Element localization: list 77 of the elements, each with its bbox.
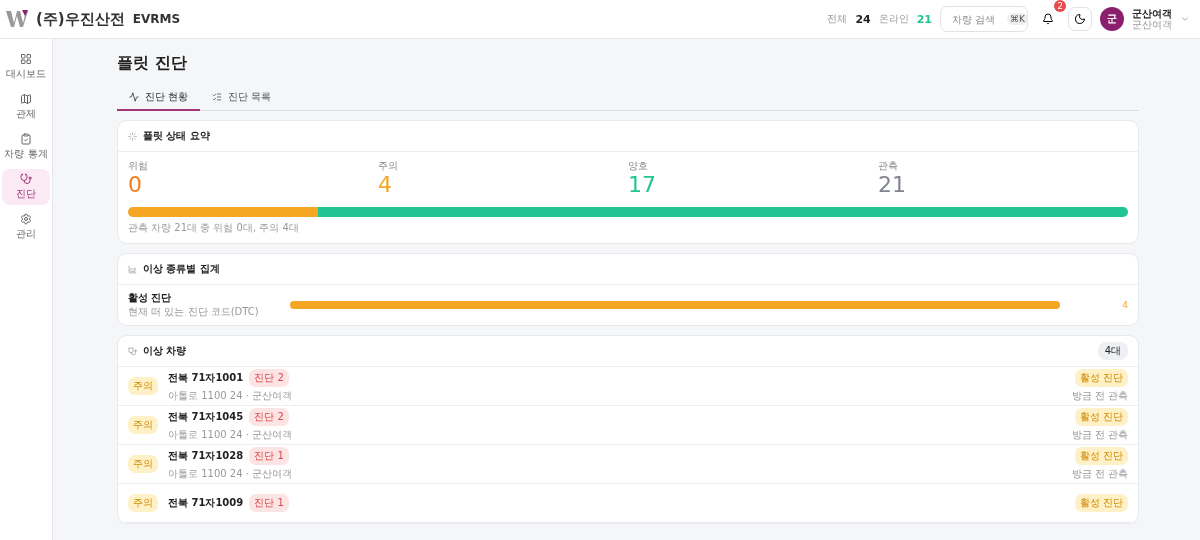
tab[interactable]: 진단 목록 bbox=[200, 85, 284, 111]
status-tag: 주의 bbox=[128, 377, 158, 396]
stat-label: 양호 bbox=[628, 159, 648, 173]
chart-icon bbox=[128, 264, 137, 274]
issue-tag: 활성 진단 bbox=[1074, 447, 1128, 466]
observed-time: 방금 전 관측 bbox=[1071, 467, 1128, 482]
diagnosis-count-tag: 진단 2 bbox=[249, 408, 289, 427]
pulse-icon bbox=[129, 92, 139, 102]
tab[interactable]: 진단 현황 bbox=[117, 85, 201, 111]
vehicle-row[interactable]: 주의 전북 71자1009 진단 1 활성 진단 bbox=[118, 484, 1138, 524]
status-tag: 주의 bbox=[128, 494, 158, 513]
dark-mode-button[interactable] bbox=[1068, 7, 1092, 31]
sidebar-item[interactable]: 대시보드 bbox=[2, 49, 50, 85]
shortcut-key: ⌘K bbox=[1007, 13, 1028, 25]
vehicle-plate: 전북 71자1001 bbox=[168, 371, 244, 386]
notification-count: 2 bbox=[1054, 0, 1066, 12]
stethoscope-icon bbox=[20, 173, 32, 185]
product-name: EVRMS bbox=[132, 12, 181, 26]
online-label: 온라인 bbox=[878, 12, 909, 26]
vehicle-plate: 전북 71자1009 bbox=[168, 496, 244, 511]
anomaly-count: 4 bbox=[1122, 300, 1128, 311]
observed-time: 방금 전 관측 bbox=[1071, 428, 1128, 443]
settings-icon bbox=[20, 213, 32, 225]
list-icon bbox=[212, 92, 223, 102]
status-tag: 주의 bbox=[128, 455, 158, 474]
online-count: 21 bbox=[916, 12, 932, 26]
clipboard-icon bbox=[20, 133, 32, 145]
grid-icon bbox=[20, 53, 32, 65]
sidebar-item[interactable]: 관리 bbox=[2, 209, 50, 245]
vehicle-plate: 전북 71자1045 bbox=[168, 410, 244, 425]
sidebar-item[interactable]: 차량 통계 bbox=[2, 129, 50, 165]
anomaly-description: 현재 떠 있는 진단 코드(DTC) bbox=[128, 305, 259, 320]
bell-icon bbox=[1042, 13, 1054, 25]
issue-tag: 활성 진단 bbox=[1074, 494, 1128, 513]
diagnosis-count-tag: 진단 1 bbox=[249, 494, 289, 513]
stat-label: 주의 bbox=[378, 159, 398, 173]
status-tag: 주의 bbox=[128, 416, 158, 435]
vehicle-count: 4대 bbox=[1097, 342, 1128, 361]
user-name: 군산여객 bbox=[1132, 8, 1172, 19]
issue-tag: 활성 진단 bbox=[1074, 408, 1128, 427]
stat-value: 4 bbox=[378, 173, 392, 198]
company-name: (주)우진산전 bbox=[36, 9, 125, 29]
page-title: 플릿 진단 bbox=[117, 53, 188, 74]
card-title: 플릿 상태 요약 bbox=[143, 129, 211, 143]
user-organization: 군산여객 bbox=[1132, 19, 1172, 30]
diagnosis-count-tag: 진단 1 bbox=[249, 447, 289, 466]
card-title: 이상 차량 bbox=[143, 344, 188, 359]
stat-label: 관측 bbox=[878, 159, 898, 173]
card-title: 이상 종류별 집계 bbox=[143, 262, 221, 277]
anomaly-name: 활성 진단 bbox=[128, 291, 172, 306]
vehicle-model: 아톨로 1100 24 · 군산여객 bbox=[168, 467, 293, 482]
vehicle-plate: 전북 71자1028 bbox=[168, 449, 244, 464]
logo-icon bbox=[6, 10, 28, 28]
spinner-icon bbox=[128, 131, 137, 141]
observed-time: 방금 전 관측 bbox=[1071, 389, 1128, 404]
search-input[interactable]: 차량 검색 bbox=[952, 13, 1002, 25]
vehicle-row[interactable]: 주의 전북 71자1045 진단 2 아톨로 1100 24 · 군산여객 활성 진단 방금 전 관측 bbox=[118, 406, 1138, 446]
sidebar-item[interactable]: 진단 bbox=[2, 169, 50, 205]
vehicle-row[interactable]: 주의 전북 71자1028 진단 1 아톨로 1100 24 · 군산여객 활성 진단 방금 전 관측 bbox=[118, 445, 1138, 485]
moon-icon bbox=[1074, 13, 1086, 25]
vehicle-model: 아톨로 1100 24 · 군산여객 bbox=[168, 389, 293, 404]
search-field[interactable]: 차량 검색 ⌘K bbox=[940, 6, 1028, 32]
stat-label: 위험 bbox=[128, 159, 148, 173]
diagnosis-count-tag: 진단 2 bbox=[249, 369, 289, 388]
vehicle-model: 아톨로 1100 24 · 군산여객 bbox=[168, 428, 293, 443]
summary-note: 관측 차량 21대 중 위험 0대, 주의 4대 bbox=[128, 221, 300, 236]
stat-value: 17 bbox=[628, 173, 656, 198]
issue-tag: 활성 진단 bbox=[1074, 369, 1128, 388]
sidebar-item[interactable]: 관제 bbox=[2, 89, 50, 125]
map-icon bbox=[20, 93, 32, 105]
vehicle-row[interactable]: 주의 전북 71자1001 진단 2 아톨로 1100 24 · 군산여객 활성 진단 방금 전 관측 bbox=[118, 367, 1138, 407]
stat-value: 0 bbox=[128, 173, 142, 198]
total-label: 전체 bbox=[827, 12, 848, 26]
user-avatar[interactable]: 군 bbox=[1100, 7, 1124, 31]
stat-value: 21 bbox=[878, 173, 906, 198]
stethoscope-icon bbox=[128, 346, 137, 356]
total-count: 24 bbox=[855, 12, 871, 26]
